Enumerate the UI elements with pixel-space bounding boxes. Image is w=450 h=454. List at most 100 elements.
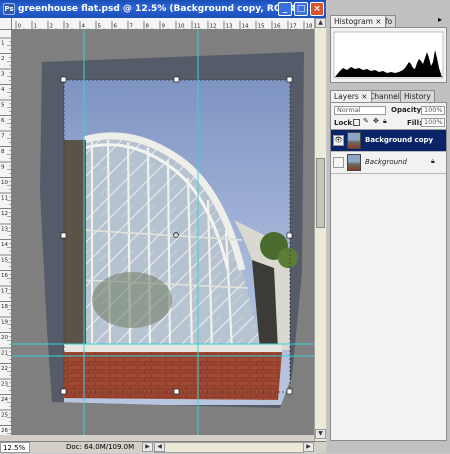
ruler-label: 5 — [98, 24, 102, 30]
layer-thumbnail — [347, 154, 361, 171]
photoshop-app-icon: Ps — [3, 3, 15, 15]
layers-panel: Normal Opacity: 100% Lock: ✎ ✥ 🔒︎ Fill: … — [330, 102, 447, 441]
ruler-label: 4 — [82, 24, 86, 30]
horizontal-scrollbar[interactable] — [154, 442, 304, 453]
opacity-field[interactable]: 100% — [421, 106, 445, 115]
vertical-scrollbar[interactable]: ▲ ▼ — [314, 18, 326, 441]
status-menu-arrow-icon[interactable]: ▶ — [142, 442, 153, 452]
minimize-button[interactable]: _ — [278, 2, 292, 16]
ruler-label: 12 — [210, 24, 217, 30]
ruler-label: 19 — [1, 320, 8, 326]
ruler-label: 16 — [274, 24, 281, 30]
opacity-label: Opacity: — [391, 106, 424, 114]
ruler-label: 17 — [290, 24, 297, 30]
ruler-label: 25 — [1, 413, 8, 419]
ruler-label: 23 — [1, 382, 8, 388]
ruler-label: 1 — [1, 41, 5, 47]
canvas-image[interactable] — [12, 30, 314, 435]
eye-icon[interactable] — [333, 157, 344, 168]
vertical-ruler-ticks: 1234567891011121314151617181920212223242… — [0, 37, 11, 434]
status-bar: 12.5% Doc: 64.0M/109.0M ▶ ◀ ▶ — [0, 441, 326, 453]
zoom-level-field[interactable]: 12.5% — [0, 442, 30, 453]
panel-column: Histogram × Info ▸ Layers × Channels His… — [327, 0, 450, 453]
ruler-label: 1 — [34, 24, 38, 30]
ruler-label: 9 — [162, 24, 166, 30]
lock-all-icon[interactable]: 🔒︎ — [383, 117, 387, 126]
ruler-label: 2 — [1, 56, 5, 62]
ruler-label: 15 — [258, 24, 265, 30]
scroll-right-arrow-icon[interactable]: ▶ — [303, 442, 314, 452]
layer-row-background[interactable]: Background 🔒︎ — [331, 152, 446, 174]
layer-name[interactable]: Background — [365, 158, 407, 166]
ruler-label: 17 — [1, 289, 8, 295]
layer-thumbnail — [347, 132, 361, 149]
tab-layers-label: Layers — [334, 92, 359, 101]
ruler-label: 26 — [1, 428, 8, 434]
ruler-label: 9 — [1, 165, 5, 171]
tab-history-label: History — [404, 92, 431, 101]
fill-field[interactable]: 100% — [421, 118, 445, 127]
lock-icon: 🔒︎ — [431, 157, 435, 165]
ruler-label: 18 — [1, 304, 8, 310]
histogram-panel — [330, 27, 447, 83]
document-title-bar[interactable]: Ps greenhouse flat.psd @ 12.5% (Backgrou… — [0, 0, 326, 18]
layers-tab-bar: Layers × Channels History — [330, 90, 447, 102]
vertical-ruler[interactable]: 1 2 3 4 5 6 7 8 9 10 11 12 13 14 15 16 17 18 19 20 21 22 23 24 2… — [0, 30, 12, 435]
ruler-label: 10 — [178, 24, 185, 30]
ruler-label: 3 — [1, 72, 5, 78]
ruler-label: 14 — [242, 24, 249, 30]
ruler-label: 20 — [1, 335, 8, 341]
close-icon[interactable]: × — [361, 92, 367, 101]
close-button[interactable]: × — [310, 2, 324, 16]
close-icon[interactable]: × — [375, 17, 381, 26]
tab-histogram-label: Histogram — [334, 17, 373, 26]
scroll-down-arrow-icon[interactable]: ▼ — [315, 429, 326, 439]
histogram-tab-bar: Histogram × Info ▸ — [330, 15, 447, 27]
horizontal-ruler[interactable]: 012345678910111213141516171819 — [12, 18, 314, 30]
doc-size-info: Doc: 64.0M/109.0M — [66, 443, 135, 451]
tab-channels-label: Channels — [369, 92, 404, 101]
ruler-label: 12 — [1, 211, 8, 217]
eye-icon[interactable]: 👁︎ — [333, 135, 344, 146]
ruler-label: 11 — [1, 196, 8, 202]
ruler-label: 15 — [1, 258, 8, 264]
ruler-label: 24 — [1, 397, 8, 403]
scroll-up-arrow-icon[interactable]: ▲ — [315, 18, 326, 28]
scroll-left-arrow-icon[interactable]: ◀ — [154, 442, 165, 452]
ruler-label: 16 — [1, 273, 8, 279]
tab-history[interactable]: History — [400, 90, 435, 102]
maximize-button[interactable]: □ — [294, 2, 308, 16]
ruler-label: 14 — [1, 242, 8, 248]
ruler-label: 13 — [226, 24, 233, 30]
ruler-label: 13 — [1, 227, 8, 233]
ruler-label: 18 — [306, 24, 313, 30]
ruler-label: 5 — [1, 103, 5, 109]
tab-histogram[interactable]: Histogram × — [330, 15, 386, 27]
lock-label: Lock: — [334, 119, 355, 127]
blend-mode-select[interactable]: Normal — [334, 106, 386, 115]
document-window: Ps greenhouse flat.psd @ 12.5% (Backgrou… — [0, 0, 326, 453]
document-title: greenhouse flat.psd @ 12.5% (Background … — [18, 4, 302, 14]
ruler-label: 3 — [66, 24, 70, 30]
ruler-label: 7 — [130, 24, 134, 30]
fill-label: Fill: — [407, 119, 422, 127]
ruler-label: 10 — [1, 180, 8, 186]
ruler-label: 22 — [1, 366, 8, 372]
lock-paint-icon[interactable]: ✎ — [363, 117, 369, 125]
ruler-label: 4 — [1, 87, 5, 93]
ruler-label: 0 — [18, 24, 22, 30]
canvas-area[interactable] — [12, 30, 314, 435]
scrollbar-thumb[interactable] — [316, 158, 325, 228]
panel-menu-icon[interactable]: ▸ — [438, 15, 442, 24]
lock-transparency-icon[interactable] — [353, 119, 360, 126]
layer-name[interactable]: Background copy — [365, 136, 433, 144]
ruler-label: 8 — [146, 24, 150, 30]
lock-move-icon[interactable]: ✥ — [373, 117, 379, 125]
ruler-origin[interactable] — [0, 18, 12, 30]
ruler-label: 8 — [1, 149, 5, 155]
horizontal-ruler-ticks: 012345678910111213141516171819 — [15, 21, 313, 30]
ruler-label: 6 — [1, 118, 5, 124]
tab-layers[interactable]: Layers × — [330, 90, 372, 102]
layer-row-background-copy[interactable]: 👁︎ Background copy — [331, 130, 446, 152]
ruler-label: 2 — [50, 24, 54, 30]
